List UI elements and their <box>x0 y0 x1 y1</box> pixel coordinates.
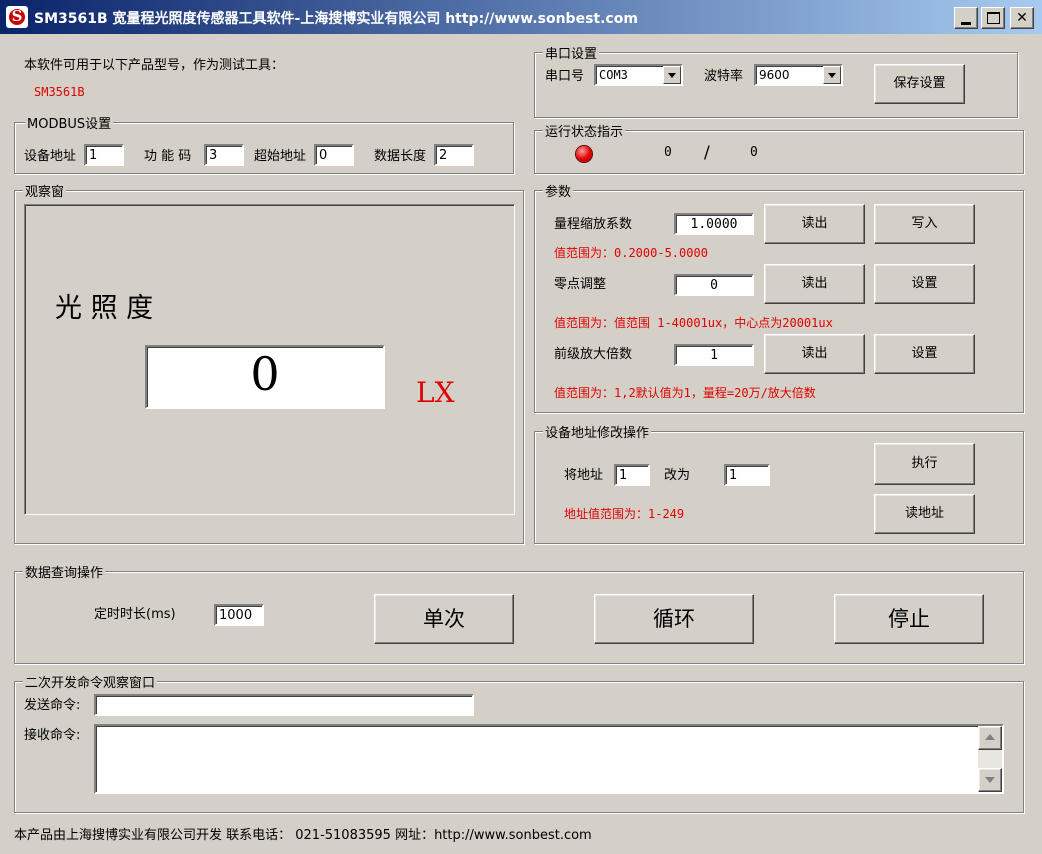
interval-input[interactable]: 1000 <box>214 604 264 626</box>
intro-text: 本软件可用于以下产品型号，作为测试工具： <box>24 58 285 73</box>
gain-input[interactable]: 1 <box>674 344 754 366</box>
gain-label: 前级放大倍数 <box>554 347 633 362</box>
illuminance-unit: LX <box>416 376 455 409</box>
illuminance-heading: 光 照 度 <box>55 293 154 324</box>
status-led-icon <box>576 146 592 162</box>
interval-label: 定时时长(ms) <box>94 607 176 622</box>
baud-label: 波特率 <box>704 69 744 84</box>
to-addr-input[interactable]: 1 <box>724 464 770 486</box>
to-addr-label: 改为 <box>664 468 691 483</box>
baud-value: 9600 <box>759 68 790 82</box>
chevron-down-icon[interactable] <box>663 66 681 84</box>
single-query-button[interactable]: 单次 <box>374 594 514 644</box>
scale-label: 量程缩放系数 <box>554 217 633 232</box>
save-settings-button[interactable]: 保存设置 <box>874 64 965 104</box>
zero-read-button[interactable]: 读出 <box>764 264 865 304</box>
read-address-button[interactable]: 读地址 <box>874 494 975 534</box>
start-addr-label: 超始地址 <box>254 149 307 164</box>
scale-write-button[interactable]: 写入 <box>874 204 975 244</box>
app-window: S SM3561B 宽量程光照度传感器工具软件-上海搜博实业有限公司 http:… <box>0 0 1042 854</box>
scroll-down-button[interactable] <box>978 768 1002 792</box>
func-code-input[interactable]: 3 <box>204 144 244 166</box>
scale-input[interactable]: 1.0000 <box>674 213 754 235</box>
baud-select[interactable]: 9600 <box>754 64 843 86</box>
addr-range-text: 地址值范围为：1-249 <box>564 507 685 521</box>
receive-scrollbar[interactable] <box>978 726 1002 792</box>
status-separator: / <box>704 143 710 163</box>
minimize-icon <box>961 22 971 25</box>
address-legend: 设备地址修改操作 <box>543 422 652 441</box>
gain-set-button[interactable]: 设置 <box>874 334 975 374</box>
zero-input[interactable]: 0 <box>674 274 754 296</box>
zero-set-button[interactable]: 设置 <box>874 264 975 304</box>
data-len-input[interactable]: 2 <box>434 144 474 166</box>
zero-range-text: 值范围为：值范围 1-40001ux，中心点为20001ux <box>554 316 833 330</box>
title-bar[interactable]: S SM3561B 宽量程光照度传感器工具软件-上海搜博实业有限公司 http:… <box>0 0 1042 34</box>
from-addr-input[interactable]: 1 <box>614 464 650 486</box>
device-addr-input[interactable]: 1 <box>84 144 124 166</box>
start-addr-input[interactable]: 0 <box>314 144 354 166</box>
zero-label: 零点调整 <box>554 277 607 292</box>
send-label: 发送命令: <box>24 698 81 713</box>
maximize-icon <box>987 12 1000 24</box>
recv-label: 接收命令: <box>24 728 81 743</box>
triangle-down-icon <box>985 777 995 783</box>
data-len-label: 数据长度 <box>374 149 427 164</box>
maximize-button[interactable] <box>981 7 1005 29</box>
send-command-input[interactable] <box>94 694 474 716</box>
device-addr-label: 设备地址 <box>24 149 77 164</box>
scroll-up-button[interactable] <box>978 726 1002 750</box>
stop-query-button[interactable]: 停止 <box>834 594 984 644</box>
status-count-right: 0 <box>750 145 758 160</box>
port-label: 串口号 <box>545 69 585 84</box>
status-legend: 运行状态指示 <box>543 121 626 140</box>
receive-command-area[interactable] <box>94 724 1004 794</box>
execute-button[interactable]: 执行 <box>874 443 975 485</box>
scale-range-text: 值范围为：0.2000-5.0000 <box>554 246 708 260</box>
app-logo-icon: S <box>6 6 28 28</box>
product-model: SM3561B <box>34 85 85 99</box>
close-button[interactable]: ✕ <box>1010 7 1034 29</box>
chevron-down-icon[interactable] <box>823 66 841 84</box>
status-group: 运行状态指示 <box>534 121 1024 174</box>
dev-legend: 二次开发命令观察窗口 <box>23 672 158 691</box>
port-select[interactable]: COM3 <box>594 64 683 86</box>
footer-text: 本产品由上海搜博实业有限公司开发 联系电话： 021-51083595 网址：h… <box>14 828 592 843</box>
status-count-left: 0 <box>664 145 672 160</box>
illuminance-value: 0 <box>145 345 385 409</box>
gain-read-button[interactable]: 读出 <box>764 334 865 374</box>
query-legend: 数据查询操作 <box>23 562 106 581</box>
port-value: COM3 <box>599 68 628 82</box>
scale-read-button[interactable]: 读出 <box>764 204 865 244</box>
observe-legend: 观察窗 <box>23 181 67 200</box>
from-addr-label: 将地址 <box>564 468 604 483</box>
gain-range-text: 值范围为：1,2默认值为1，量程=20万/放大倍数 <box>554 386 816 400</box>
modbus-legend: MODBUS设置 <box>25 113 114 132</box>
minimize-button[interactable] <box>954 7 978 29</box>
window-title: SM3561B 宽量程光照度传感器工具软件-上海搜博实业有限公司 http://… <box>34 11 638 27</box>
close-icon: ✕ <box>1016 10 1028 26</box>
loop-query-button[interactable]: 循环 <box>594 594 754 644</box>
triangle-up-icon <box>985 734 995 740</box>
func-code-label: 功 能 码 <box>144 149 192 164</box>
params-legend: 参数 <box>543 181 574 200</box>
serial-legend: 串口设置 <box>543 43 600 62</box>
